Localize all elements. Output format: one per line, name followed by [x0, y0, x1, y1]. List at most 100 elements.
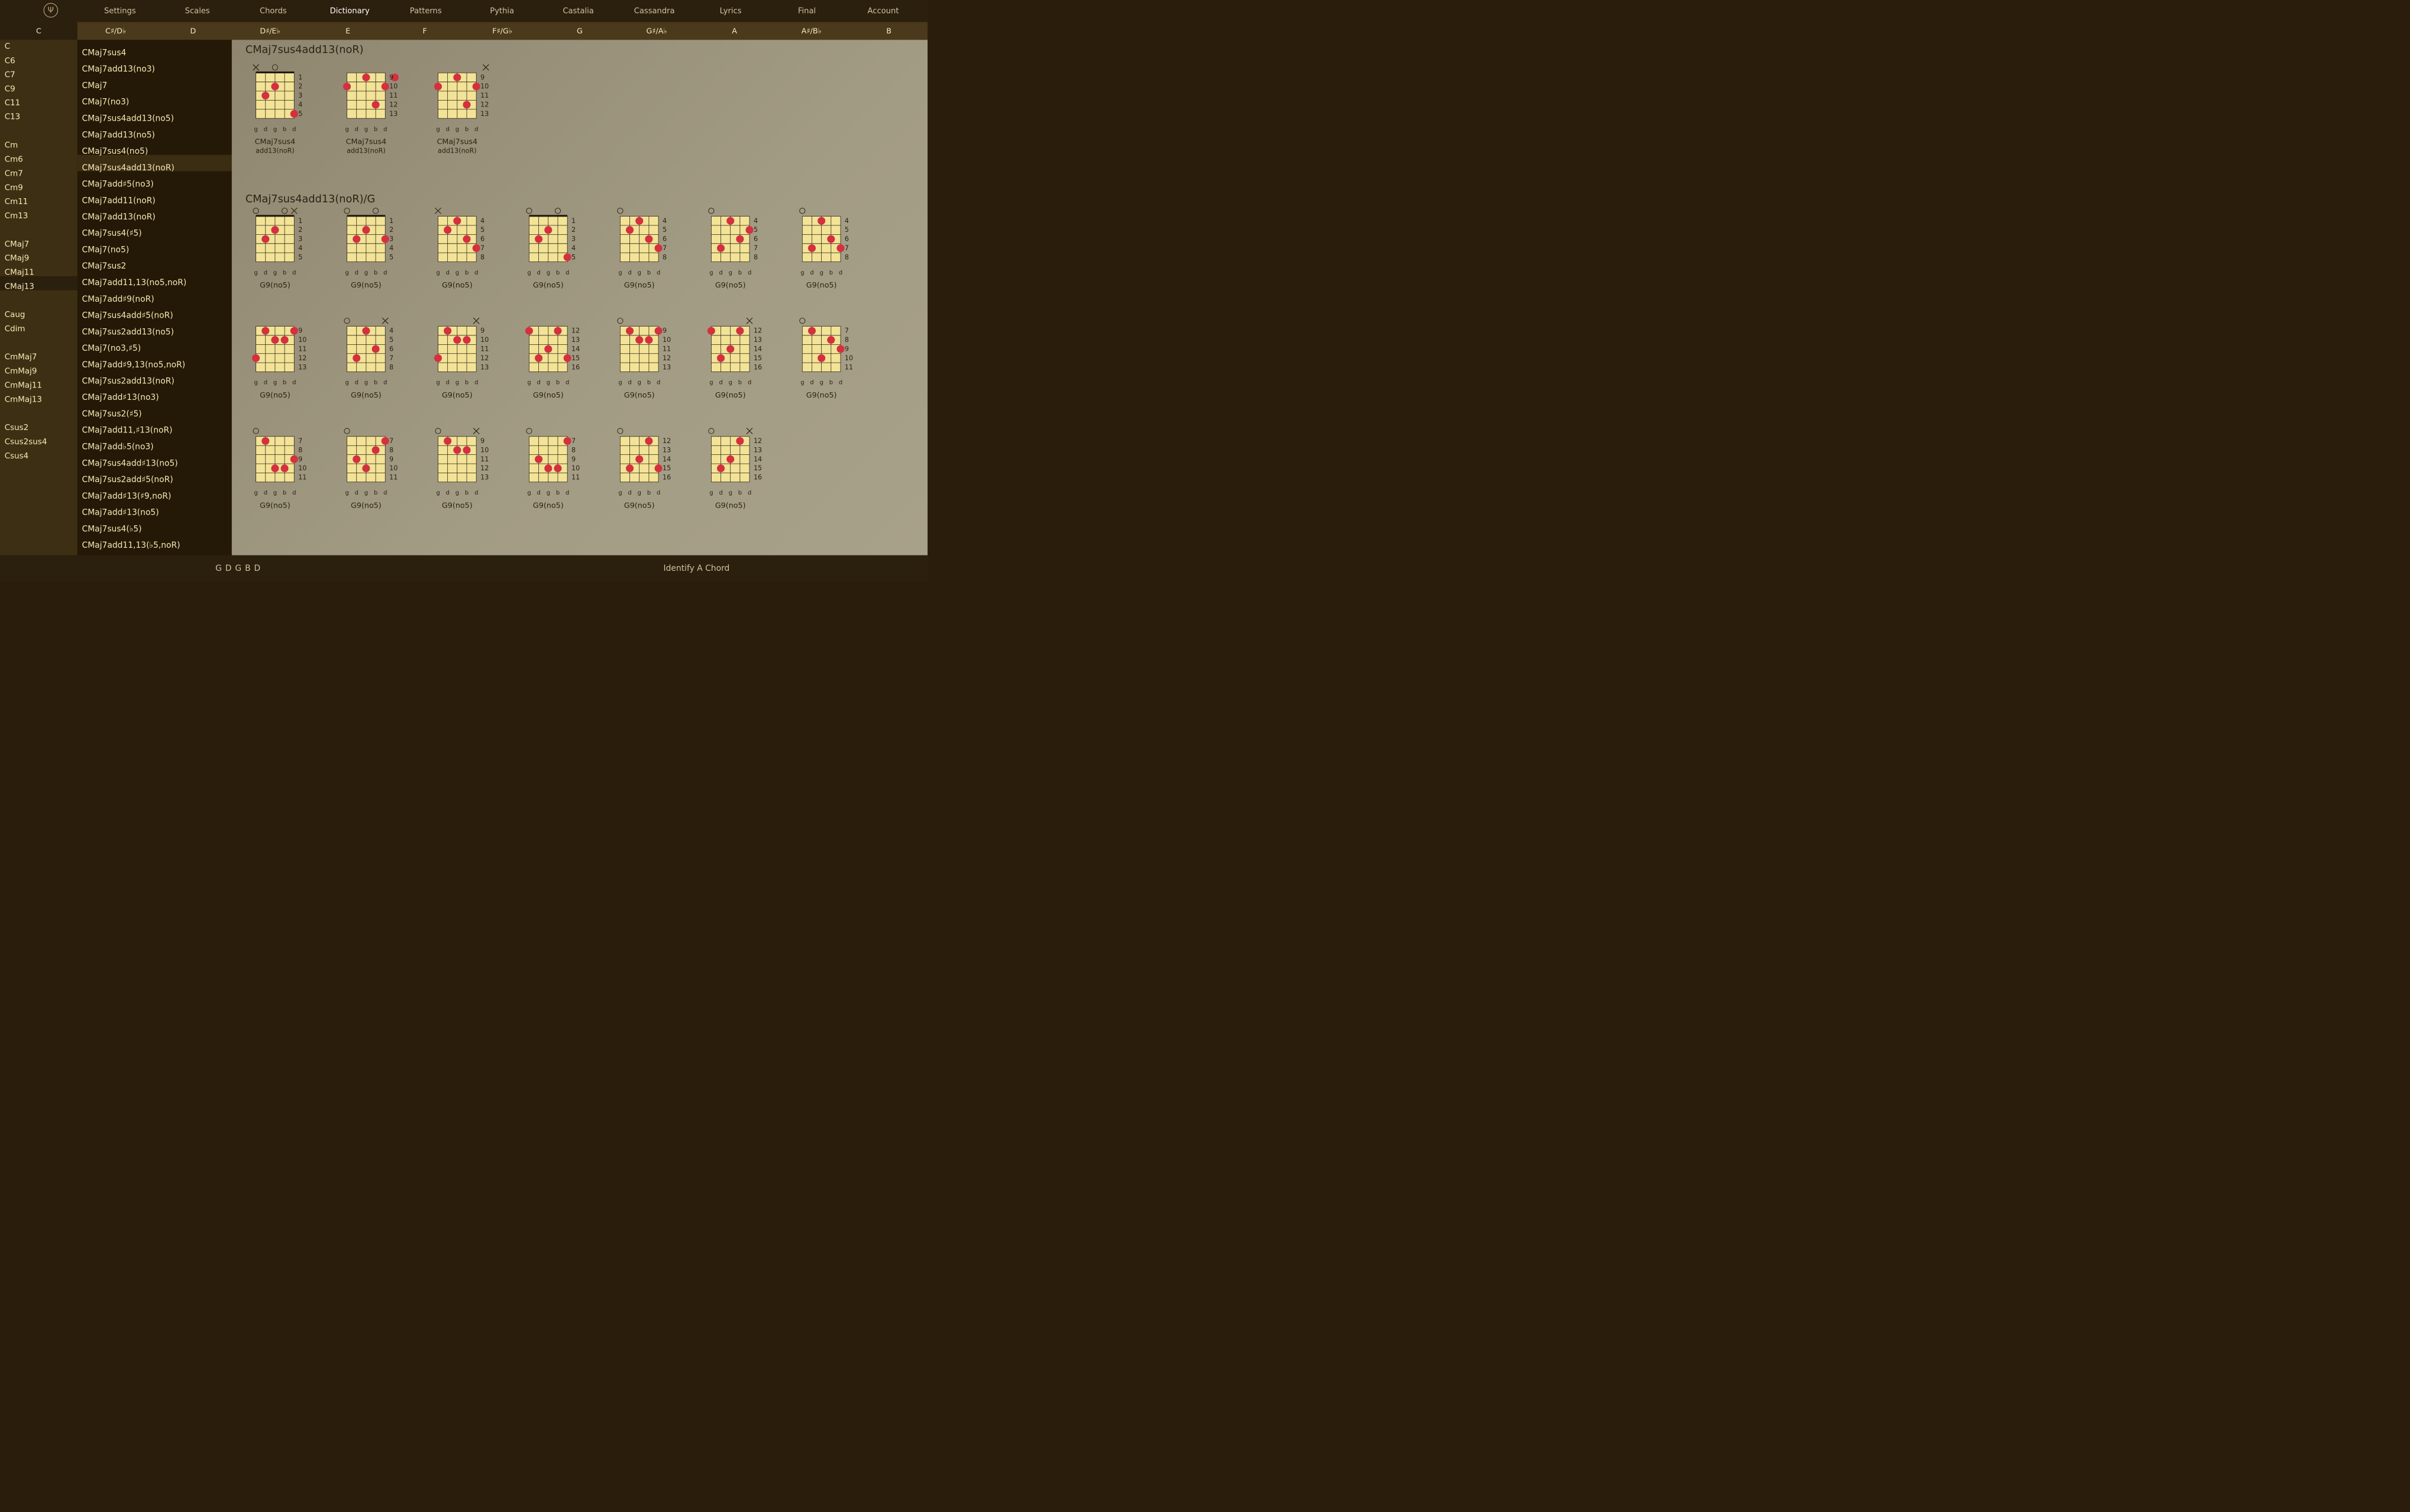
- chord-diagram[interactable]: 1 2 3 4 5 g d g b d G9(no5): [520, 205, 593, 301]
- root-note-6[interactable]: F♯/G♭: [492, 22, 512, 40]
- chord-list-item[interactable]: CMaj7add11(noR): [82, 196, 156, 205]
- chord-list-item[interactable]: CMaj7add13(noR): [82, 212, 156, 222]
- chord-diagram[interactable]: 9 10 11 12 13 g d g b d G9(no5): [247, 315, 319, 411]
- chord-list-item[interactable]: CMaj7sus2add13(noR): [82, 376, 175, 386]
- chord-diagram[interactable]: 9 10 11 12 13 g d g b d G9(no5): [429, 425, 502, 521]
- chord-diagram[interactable]: 7 8 9 10 11 g d g b d G9(no5): [793, 315, 866, 411]
- chord-list-item[interactable]: CMaj7: [82, 81, 108, 91]
- chord-diagram[interactable]: 4 5 6 7 8 g d g b d G9(no5): [429, 205, 502, 301]
- sidebar-item-cm11[interactable]: Cm11: [5, 197, 28, 206]
- nav-scales[interactable]: Scales: [185, 0, 210, 22]
- nav-castalia[interactable]: Castalia: [563, 0, 593, 22]
- sidebar-item-cm7[interactable]: Cm7: [5, 169, 23, 178]
- root-note-3[interactable]: D♯/E♭: [260, 22, 280, 40]
- chord-diagram[interactable]: 12 13 14 15 16 g d g b d G9(no5): [520, 315, 593, 411]
- chord-list-item[interactable]: CMaj7sus2add13(no5): [82, 327, 174, 337]
- chord-diagram[interactable]: 7 8 9 10 11 g d g b d G9(no5): [247, 425, 319, 521]
- root-note-7[interactable]: G: [577, 22, 583, 40]
- chord-list-item[interactable]: CMaj7add♯9,13(no5,noR): [82, 360, 186, 369]
- root-note-2[interactable]: D: [190, 22, 196, 40]
- root-note-9[interactable]: A: [732, 22, 737, 40]
- sidebar-item-csus2[interactable]: Csus2: [5, 423, 29, 432]
- chord-diagram[interactable]: 4 5 6 7 8 g d g b d G9(no5): [338, 315, 411, 411]
- sidebar-item-cm[interactable]: Cm: [5, 140, 18, 149]
- chord-list-item[interactable]: CMaj7(no5): [82, 245, 130, 254]
- chord-list-item[interactable]: CMaj7sus2add♯5(noR): [82, 475, 173, 484]
- nav-cassandra[interactable]: Cassandra: [634, 0, 675, 22]
- chord-list-item[interactable]: CMaj7sus4add13(noR): [82, 163, 175, 172]
- chord-diagram[interactable]: 9 10 11 12 13 g d g b d G9(no5): [611, 315, 684, 411]
- sidebar-item-c[interactable]: C: [5, 42, 10, 51]
- root-note-0[interactable]: C: [36, 22, 41, 40]
- sidebar-item-cmaj13[interactable]: CMaj13: [5, 282, 34, 290]
- chord-list-item[interactable]: CMaj7add♯9(noR): [82, 294, 154, 303]
- sidebar-item-c9[interactable]: C9: [5, 84, 15, 93]
- chord-list-item[interactable]: CMaj7sus4add13(no5): [82, 114, 174, 123]
- chord-list-item[interactable]: CMaj7sus4add♯13(no5): [82, 458, 178, 468]
- chord-list-item[interactable]: CMaj7add♯13(no5): [82, 508, 159, 517]
- sidebar-item-cdim[interactable]: Cdim: [5, 324, 25, 333]
- root-note-1[interactable]: C♯/D♭: [105, 22, 126, 40]
- sidebar-item-cm13[interactable]: Cm13: [5, 211, 28, 220]
- trident-icon[interactable]: Ψ: [43, 3, 59, 18]
- root-note-11[interactable]: B: [886, 22, 891, 40]
- sidebar-item-c7[interactable]: C7: [5, 70, 15, 79]
- chord-diagram[interactable]: 9 10 11 12 13 g d g b d CMaj7sus4 add13(noR): [338, 62, 411, 157]
- sidebar-item-cmmaj7[interactable]: CmMaj7: [5, 353, 37, 361]
- chord-list-item[interactable]: CMaj7(no3,♯5): [82, 344, 141, 353]
- chord-list-item[interactable]: CMaj7add♯13(♯9,noR): [82, 491, 172, 500]
- chord-list-item[interactable]: CMaj7(no3): [82, 97, 130, 106]
- chord-list-item[interactable]: CMaj7sus4add♯5(noR): [82, 311, 173, 320]
- chord-diagram[interactable]: 4 5 6 7 8 g d g b d G9(no5): [611, 205, 684, 301]
- chord-list-item[interactable]: CMaj7add♭5(no3): [82, 442, 154, 451]
- root-note-5[interactable]: F: [423, 22, 427, 40]
- chord-list-item[interactable]: CMaj7sus4(no5): [82, 147, 148, 156]
- sidebar-item-cmaj9[interactable]: CMaj9: [5, 254, 30, 263]
- nav-chords[interactable]: Chords: [260, 0, 287, 22]
- chord-diagram[interactable]: 4 5 6 7 8 g d g b d G9(no5): [702, 205, 775, 301]
- chord-list-item[interactable]: CMaj7add♯13(no3): [82, 393, 159, 402]
- nav-settings[interactable]: Settings: [104, 0, 136, 22]
- sidebar-item-c13[interactable]: C13: [5, 112, 21, 121]
- chord-list-item[interactable]: CMaj7add♯5(no3): [82, 179, 154, 189]
- sidebar-item-cmmaj9[interactable]: CmMaj9: [5, 367, 37, 376]
- sidebar-item-cmaj11[interactable]: CMaj11: [5, 268, 34, 277]
- chord-list-item[interactable]: CMaj7add11,13(no5,noR): [82, 278, 187, 287]
- chord-diagram[interactable]: 4 5 6 7 8 g d g b d G9(no5): [793, 205, 866, 301]
- nav-pythia[interactable]: Pythia: [490, 0, 514, 22]
- nav-account[interactable]: Account: [868, 0, 899, 22]
- chord-list-item[interactable]: CMaj7add13(no3): [82, 64, 155, 74]
- nav-final[interactable]: Final: [798, 0, 816, 22]
- chord-diagram[interactable]: 12 13 14 15 16 g d g b d G9(no5): [702, 315, 775, 411]
- chord-list-item[interactable]: CMaj7add11,♯13(noR): [82, 425, 173, 435]
- chord-diagram[interactable]: 9 10 11 12 13 g d g b d G9(no5): [429, 315, 502, 411]
- chord-diagram[interactable]: 12 13 14 15 16 g d g b d G9(no5): [611, 425, 684, 521]
- chord-diagram[interactable]: 1 2 3 4 5 g d g b d G9(no5): [247, 205, 319, 301]
- sidebar-item-c6[interactable]: C6: [5, 56, 15, 65]
- chord-diagram[interactable]: 1 2 3 4 5 g d g b d CMaj7sus4 add13(noR): [247, 62, 319, 157]
- chord-diagram[interactable]: 1 2 3 4 5 g d g b d G9(no5): [338, 205, 411, 301]
- sidebar-item-cm9[interactable]: Cm9: [5, 183, 23, 192]
- sidebar-item-csus2sus4[interactable]: Csus2sus4: [5, 437, 47, 446]
- sidebar-item-cm6[interactable]: Cm6: [5, 155, 23, 164]
- nav-patterns[interactable]: Patterns: [410, 0, 442, 22]
- chord-list-item[interactable]: CMaj7sus2(♯5): [82, 409, 142, 419]
- chord-diagram[interactable]: 7 8 9 10 11 g d g b d G9(no5): [520, 425, 593, 521]
- chord-diagram[interactable]: 9 10 11 12 13 g d g b d CMaj7sus4 add13(noR): [429, 62, 502, 157]
- chord-list-item[interactable]: CMaj7sus4(♭5): [82, 524, 142, 534]
- nav-lyrics[interactable]: Lyrics: [720, 0, 742, 22]
- sidebar-item-c11[interactable]: C11: [5, 98, 21, 107]
- chord-list-item[interactable]: CMaj7sus2: [82, 261, 127, 271]
- nav-dictionary[interactable]: Dictionary: [330, 0, 370, 22]
- chord-list-item[interactable]: CMaj7sus4(♯5): [82, 228, 142, 238]
- chord-diagram[interactable]: 7 8 9 10 11 g d g b d G9(no5): [338, 425, 411, 521]
- chord-list-item[interactable]: CMaj7add11,13(♭5,noR): [82, 541, 180, 550]
- chord-diagram[interactable]: 12 13 14 15 16 g d g b d G9(no5): [702, 425, 775, 521]
- identify-chord-button[interactable]: Identify A Chord: [664, 564, 730, 573]
- sidebar-item-csus4[interactable]: Csus4: [5, 451, 29, 460]
- sidebar-item-cmaj7[interactable]: CMaj7: [5, 240, 30, 248]
- sidebar-item-cmmaj11[interactable]: CmMaj11: [5, 381, 42, 390]
- sidebar-item-cmmaj13[interactable]: CmMaj13: [5, 395, 42, 403]
- chord-list-item[interactable]: CMaj7sus4: [82, 48, 127, 57]
- root-note-4[interactable]: E: [345, 22, 350, 40]
